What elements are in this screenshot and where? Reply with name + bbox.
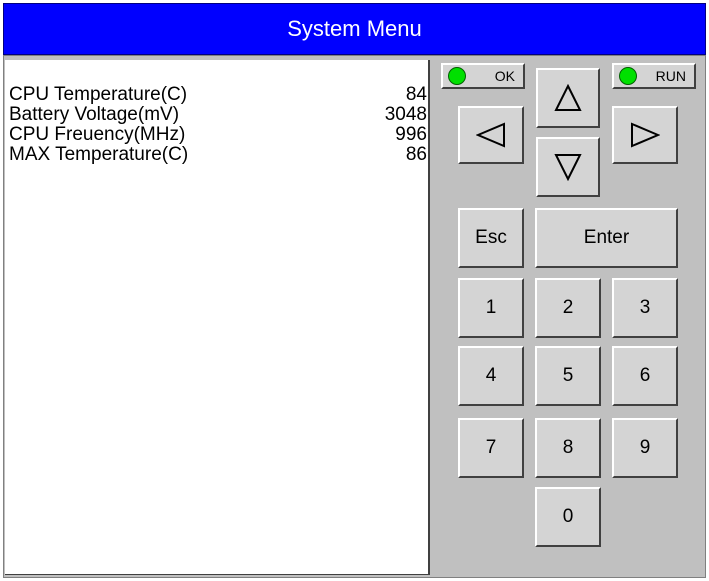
run-led-icon [619, 67, 637, 85]
arrow-up-icon [554, 84, 582, 111]
digit-7-button[interactable]: 7 [458, 418, 524, 478]
run-indicator-label: RUN [655, 68, 686, 84]
arrow-down-button[interactable] [536, 137, 600, 197]
digit-5-button[interactable]: 5 [535, 346, 601, 406]
arrow-left-icon [476, 122, 505, 148]
ok-led-icon [448, 67, 466, 85]
digit-4-button[interactable]: 4 [458, 346, 524, 406]
digit-9-button[interactable]: 9 [612, 418, 678, 478]
ok-indicator-label: OK [494, 68, 515, 84]
digit-2-button[interactable]: 2 [535, 278, 601, 338]
digit-3-button[interactable]: 3 [612, 278, 678, 338]
arrow-up-button[interactable] [536, 68, 600, 128]
digit-label: 4 [485, 365, 497, 386]
ok-indicator: OK [441, 63, 525, 89]
digit-label: 2 [562, 297, 574, 318]
digit-label: 8 [562, 437, 574, 458]
reading-row: Battery Voltage(mV) 3048 [5, 105, 427, 125]
digit-label: 0 [562, 506, 574, 527]
digit-8-button[interactable]: 8 [535, 418, 601, 478]
esc-button-label: Esc [475, 227, 507, 248]
reading-row: CPU Temperature(C) 84 [5, 85, 427, 105]
digit-label: 7 [485, 437, 497, 458]
reading-value: 3048 [384, 104, 427, 125]
arrow-right-icon [631, 122, 660, 148]
reading-row: MAX Temperature(C) 86 [5, 145, 427, 165]
digit-label: 9 [639, 437, 651, 458]
enter-button-label: Enter [583, 227, 630, 248]
digit-label: 3 [639, 297, 651, 318]
reading-value: 86 [405, 144, 427, 165]
reading-label: MAX Temperature(C) [9, 144, 189, 165]
enter-button[interactable]: Enter [535, 208, 678, 268]
arrow-left-button[interactable] [458, 106, 524, 164]
digit-0-button[interactable]: 0 [535, 487, 601, 547]
arrow-down-icon [554, 154, 582, 181]
reading-label: CPU Freuency(MHz) [9, 124, 186, 145]
digit-6-button[interactable]: 6 [612, 346, 678, 406]
status-display: CPU Temperature(C) 84 Battery Voltage(mV… [5, 60, 430, 575]
digit-label: 5 [562, 365, 574, 386]
reading-label: Battery Voltage(mV) [9, 104, 180, 125]
digit-1-button[interactable]: 1 [458, 278, 524, 338]
window-title: System Menu [287, 16, 422, 41]
window-title-bar: System Menu [3, 3, 706, 55]
run-indicator: RUN [612, 63, 696, 89]
esc-button[interactable]: Esc [458, 208, 524, 268]
digit-label: 1 [485, 297, 497, 318]
reading-value: 84 [405, 84, 427, 105]
reading-value: 996 [395, 124, 427, 145]
arrow-right-button[interactable] [612, 106, 678, 164]
reading-label: CPU Temperature(C) [9, 84, 188, 105]
reading-row: CPU Freuency(MHz) 996 [5, 125, 427, 145]
digit-label: 6 [639, 365, 651, 386]
